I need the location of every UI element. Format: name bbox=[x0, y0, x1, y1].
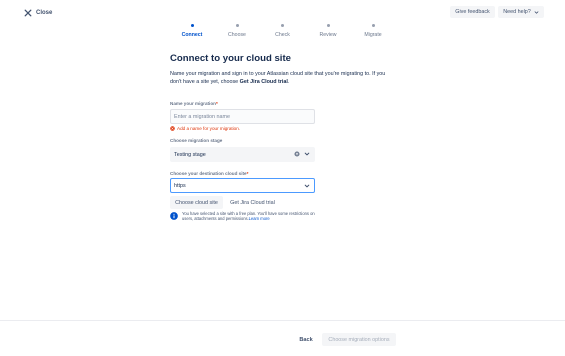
migration-name-error: Add a name for your migration. bbox=[170, 125, 240, 132]
step-dot bbox=[190, 24, 194, 27]
destination-site-label: Choose your destination cloud site* bbox=[170, 171, 248, 177]
connect-form: Connect to your cloud site Name your mig… bbox=[170, 52, 392, 221]
step-migrate: Migrate bbox=[353, 22, 393, 38]
error-icon bbox=[170, 126, 175, 131]
step-dot bbox=[326, 24, 330, 27]
footer: Back Choose migration options bbox=[0, 320, 565, 356]
step-check: Check bbox=[263, 22, 303, 38]
clear-icon[interactable] bbox=[294, 151, 300, 157]
step-label: Connect bbox=[181, 32, 203, 38]
intro-end: . bbox=[287, 79, 290, 85]
step-review: Review bbox=[308, 22, 348, 38]
step-connect: Connect bbox=[172, 22, 212, 38]
close-button[interactable]: Close bbox=[24, 7, 52, 18]
get-jira-cloud-trial-button[interactable]: Get Jira Cloud trial bbox=[225, 196, 280, 209]
step-dot bbox=[235, 24, 239, 27]
info-text: You have selected a site with a free pla… bbox=[182, 211, 320, 222]
step-label: Migrate bbox=[364, 32, 382, 38]
step-label: Choose bbox=[228, 32, 246, 38]
progress-stepper: Connect Choose Check Review Migrate bbox=[165, 22, 401, 40]
learn-more-link[interactable]: Learn more bbox=[249, 216, 270, 221]
error-text: Add a name for your migration. bbox=[177, 126, 241, 131]
migration-stage-select[interactable]: Testing stage bbox=[170, 147, 315, 162]
step-choose: Choose bbox=[217, 22, 257, 38]
step-label: Review bbox=[319, 32, 337, 38]
choose-cloud-site-button[interactable]: Choose cloud site bbox=[170, 196, 223, 209]
migration-stage-label: Choose migration stage bbox=[170, 138, 223, 143]
free-plan-info: You have selected a site with a free pla… bbox=[170, 211, 320, 222]
required-mark: * bbox=[215, 101, 218, 106]
intro-trial-text: Get Jira Cloud trial bbox=[239, 79, 288, 85]
chevron-down-icon bbox=[534, 10, 539, 14]
migration-name-label-text: Name your migration bbox=[170, 101, 216, 106]
step-dot bbox=[281, 24, 284, 27]
choose-migration-options-button[interactable]: Choose migration options bbox=[322, 333, 396, 346]
migration-name-input[interactable]: Enter a migration name bbox=[170, 109, 315, 124]
step-dot bbox=[371, 24, 375, 27]
need-help-button[interactable]: Need help? bbox=[498, 6, 544, 18]
required-mark: * bbox=[246, 171, 249, 176]
migration-name-placeholder: Enter a migration name bbox=[174, 113, 231, 120]
chevron-down-icon bbox=[304, 152, 310, 156]
destination-site-label-text: Choose your destination cloud site bbox=[170, 171, 247, 176]
page-title: Connect to your cloud site bbox=[170, 53, 291, 64]
top-bar: Close Give feedback Need help? bbox=[0, 0, 565, 24]
migration-stage-value: Testing stage bbox=[174, 151, 206, 158]
migration-name-label: Name your migration* bbox=[170, 101, 218, 107]
close-label: Close bbox=[36, 9, 53, 16]
need-help-label: Need help? bbox=[503, 9, 531, 15]
chevron-down-icon bbox=[304, 184, 310, 188]
intro-text: Name your migration and sign in to your … bbox=[170, 70, 392, 86]
destination-site-value: https bbox=[174, 182, 186, 189]
close-icon bbox=[24, 9, 32, 16]
back-button[interactable]: Back bbox=[294, 333, 318, 346]
info-icon bbox=[170, 212, 178, 220]
select-icons bbox=[294, 151, 310, 157]
give-feedback-button[interactable]: Give feedback bbox=[450, 6, 495, 18]
destination-site-select[interactable]: https bbox=[170, 178, 315, 193]
step-label: Check bbox=[275, 32, 290, 38]
